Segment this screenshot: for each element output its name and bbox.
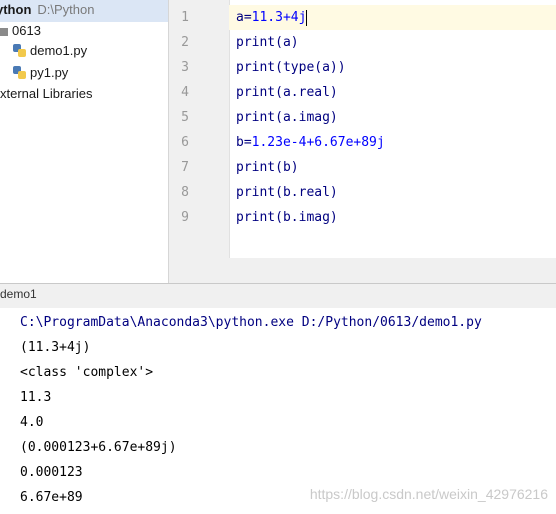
line-number: 2	[181, 35, 189, 50]
code-text: print(b)	[236, 160, 299, 175]
console-output-line: 11.3	[20, 390, 52, 405]
code-text: print(b.real)	[236, 185, 338, 200]
console-output-line: <class 'complex'>	[20, 365, 154, 380]
code-text: print(a.real)	[236, 85, 338, 100]
console-output-line: 0.000123	[20, 465, 83, 480]
external-libraries[interactable]: xternal Libraries	[0, 84, 93, 104]
line-number: 7	[181, 160, 189, 175]
text-caret	[306, 9, 308, 26]
line-number: 8	[181, 185, 189, 200]
project-root-name: ython	[0, 2, 32, 17]
code-text: print(b.imag)	[236, 210, 338, 225]
code-line[interactable]: print(a.imag)	[236, 105, 338, 130]
code-line[interactable]: print(b)	[236, 155, 299, 180]
line-number: 9	[181, 210, 189, 225]
console-output-line: (0.000123+6.67e+89j)	[20, 440, 177, 455]
project-root-path: D:\Python	[37, 2, 95, 17]
code-line[interactable]: b=1.23e-4+6.67e+89j	[236, 130, 385, 155]
python-file-icon	[13, 66, 26, 79]
editor-empty-area	[169, 258, 556, 283]
run-tab-demo1[interactable]: demo1	[0, 287, 37, 301]
code-line[interactable]: print(b.imag)	[236, 205, 338, 230]
file-label: demo1.py	[30, 43, 88, 58]
folder-0613[interactable]: 0613	[0, 21, 41, 41]
code-line[interactable]: print(type(a))	[236, 55, 346, 80]
code-line[interactable]: print(a.real)	[236, 80, 338, 105]
line-number: 3	[181, 60, 189, 75]
code-line[interactable]: print(a)	[236, 30, 299, 55]
run-tool-bar: demo1	[0, 283, 556, 309]
python-file-icon	[13, 44, 26, 57]
line-number: 6	[181, 135, 189, 150]
code-number-literal: 1.23e-4+6.67e+89j	[251, 135, 385, 150]
code-text: b=	[236, 135, 252, 150]
line-number: 4	[181, 85, 189, 100]
code-text: a=	[236, 10, 252, 25]
code-text: print(type(a))	[236, 60, 346, 75]
code-number-literal: 11.3+4j	[251, 10, 307, 25]
console-output-line: (11.3+4j)	[20, 340, 91, 355]
folder-label: 0613	[12, 23, 41, 38]
line-number: 1	[181, 10, 189, 25]
file-label: py1.py	[30, 65, 69, 80]
watermark: https://blog.csdn.net/weixin_42976216	[309, 486, 548, 502]
file-item-py1[interactable]: py1.py	[12, 63, 68, 83]
console-output-line: 6.67e+89	[20, 490, 83, 505]
line-number: 5	[181, 110, 189, 125]
project-root[interactable]: ython D:\Python	[0, 0, 94, 20]
code-line[interactable]: print(b.real)	[236, 180, 338, 205]
folder-icon	[0, 27, 8, 36]
code-text: print(a.imag)	[236, 110, 338, 125]
file-item-demo1[interactable]: demo1.py	[12, 41, 87, 61]
code-line[interactable]: a=11.3+4j	[236, 5, 308, 30]
console-output-line: 4.0	[20, 415, 44, 430]
external-libraries-label: xternal Libraries	[0, 86, 93, 101]
code-text: print(a)	[236, 35, 299, 50]
console-command-line: C:\ProgramData\Anaconda3\python.exe D:/P…	[20, 315, 482, 330]
